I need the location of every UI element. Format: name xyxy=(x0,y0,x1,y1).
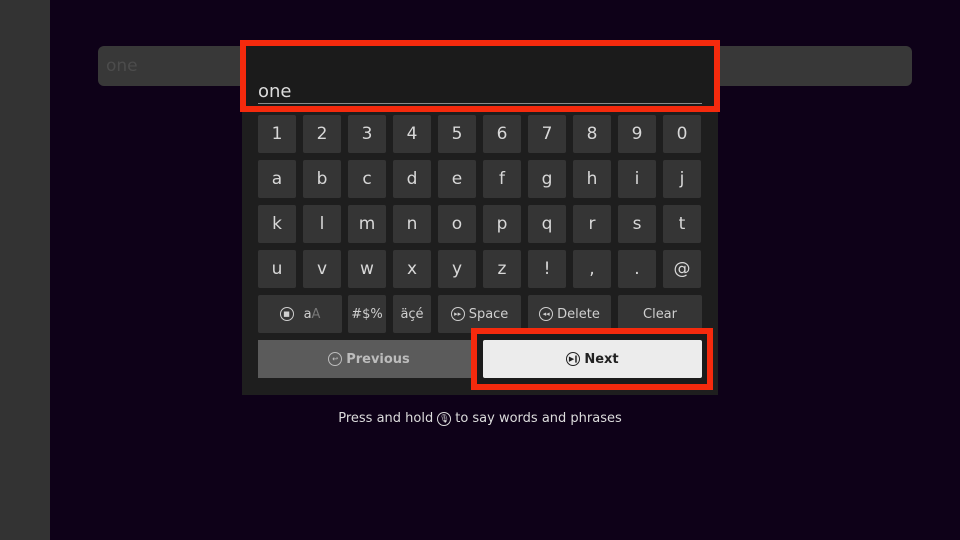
key[interactable]: , xyxy=(573,250,611,288)
key[interactable]: 1 xyxy=(258,115,296,153)
next-button[interactable]: ▶‖ Next xyxy=(483,340,702,378)
input-underline xyxy=(258,103,702,104)
key[interactable]: w xyxy=(348,250,386,288)
key[interactable]: 6 xyxy=(483,115,521,153)
key[interactable]: n xyxy=(393,205,431,243)
key[interactable]: 8 xyxy=(573,115,611,153)
back-icon: ↩ xyxy=(328,352,343,366)
background-search-text: one xyxy=(106,56,138,76)
key[interactable]: z xyxy=(483,250,521,288)
key[interactable]: d xyxy=(393,160,431,198)
key[interactable]: 0 xyxy=(663,115,701,153)
symbols-key[interactable]: #$% xyxy=(348,295,386,333)
key[interactable]: 9 xyxy=(618,115,656,153)
rewind-icon: ◂◂ xyxy=(539,307,554,321)
key[interactable]: k xyxy=(258,205,296,243)
key[interactable]: x xyxy=(393,250,431,288)
key[interactable]: r xyxy=(573,205,611,243)
key[interactable]: p xyxy=(483,205,521,243)
key[interactable]: @ xyxy=(663,250,701,288)
menu-button-icon: ■ xyxy=(279,307,294,321)
microphone-icon: 🎙 xyxy=(437,411,452,426)
left-rail xyxy=(0,0,50,540)
key[interactable]: m xyxy=(348,205,386,243)
previous-button[interactable]: ↩ Previous xyxy=(258,340,480,378)
key[interactable]: l xyxy=(303,205,341,243)
key[interactable]: t xyxy=(663,205,701,243)
key[interactable]: 7 xyxy=(528,115,566,153)
text-input-field[interactable]: one xyxy=(240,40,720,112)
key[interactable]: j xyxy=(663,160,701,198)
key[interactable]: i xyxy=(618,160,656,198)
key[interactable]: 2 xyxy=(303,115,341,153)
input-value: one xyxy=(258,81,292,102)
key[interactable]: 5 xyxy=(438,115,476,153)
key[interactable]: f xyxy=(483,160,521,198)
voice-hint: Press and hold 🎙 to say words and phrase… xyxy=(338,411,622,426)
key[interactable]: v xyxy=(303,250,341,288)
key[interactable]: o xyxy=(438,205,476,243)
key[interactable]: . xyxy=(618,250,656,288)
case-toggle-key[interactable]: ■ aA xyxy=(258,295,342,333)
key[interactable]: b xyxy=(303,160,341,198)
play-pause-icon: ▶‖ xyxy=(566,352,581,366)
key[interactable]: a xyxy=(258,160,296,198)
key[interactable]: u xyxy=(258,250,296,288)
key[interactable]: q xyxy=(528,205,566,243)
key[interactable]: c xyxy=(348,160,386,198)
accents-key[interactable]: äçé xyxy=(393,295,431,333)
key[interactable]: s xyxy=(618,205,656,243)
key[interactable]: h xyxy=(573,160,611,198)
key[interactable]: e xyxy=(438,160,476,198)
key[interactable]: 4 xyxy=(393,115,431,153)
key[interactable]: 3 xyxy=(348,115,386,153)
key[interactable]: g xyxy=(528,160,566,198)
key[interactable]: ! xyxy=(528,250,566,288)
key[interactable]: y xyxy=(438,250,476,288)
fast-forward-icon: ▸▸ xyxy=(450,307,465,321)
